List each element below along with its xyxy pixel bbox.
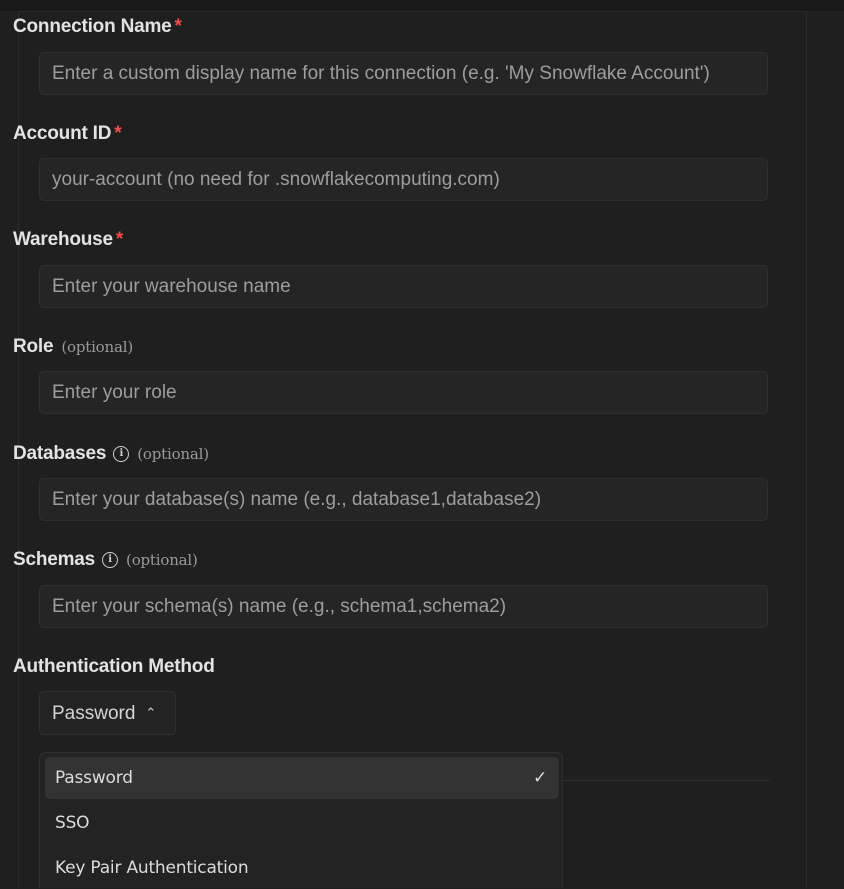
optional-text: (optional): [137, 445, 209, 463]
warehouse-label: Warehouse *: [13, 229, 124, 250]
top-bar: [0, 0, 844, 12]
required-mark: *: [114, 123, 122, 144]
role-label: Role (optional): [13, 336, 133, 357]
optional-text: (optional): [61, 338, 133, 356]
check-icon: ✓: [532, 768, 547, 788]
info-icon[interactable]: i: [102, 552, 119, 568]
divider: [563, 780, 770, 781]
role-input[interactable]: Enter your role: [39, 371, 768, 414]
menu-item-key-pair-authentication[interactable]: Key Pair Authentication: [45, 847, 559, 889]
authentication-method-select[interactable]: Password ⌃: [39, 691, 176, 735]
required-mark: *: [115, 229, 124, 250]
warehouse-input[interactable]: Enter your warehouse name: [39, 265, 768, 308]
menu-item-label: Key Pair Authentication: [55, 858, 249, 878]
menu-item-label: Password: [55, 768, 133, 788]
authentication-method-label: Authentication Method: [13, 656, 215, 677]
selected-value: Password: [52, 703, 136, 724]
right-gutter: [806, 11, 844, 888]
chevron-up-icon: ⌃: [145, 705, 157, 720]
required-mark: *: [174, 16, 182, 37]
connection-name-input[interactable]: Enter a custom display name for this con…: [39, 52, 768, 95]
databases-label: Databases i (optional): [13, 443, 209, 464]
menu-item-password[interactable]: Password ✓: [45, 757, 559, 799]
menu-item-label: SSO: [55, 813, 90, 833]
info-icon[interactable]: i: [113, 446, 130, 462]
account-id-label: Account ID *: [13, 123, 122, 144]
account-id-input[interactable]: your-account (no need for .snowflakecomp…: [39, 158, 768, 201]
menu-item-sso[interactable]: SSO: [45, 802, 559, 844]
databases-input[interactable]: Enter your database(s) name (e.g., datab…: [39, 478, 768, 521]
schemas-label: Schemas i (optional): [13, 549, 198, 570]
schemas-input[interactable]: Enter your schema(s) name (e.g., schema1…: [39, 585, 768, 628]
optional-text: (optional): [126, 551, 198, 569]
authentication-method-menu: Password ✓ SSO Key Pair Authentication: [39, 752, 563, 888]
connection-name-label: Connection Name *: [13, 16, 182, 37]
